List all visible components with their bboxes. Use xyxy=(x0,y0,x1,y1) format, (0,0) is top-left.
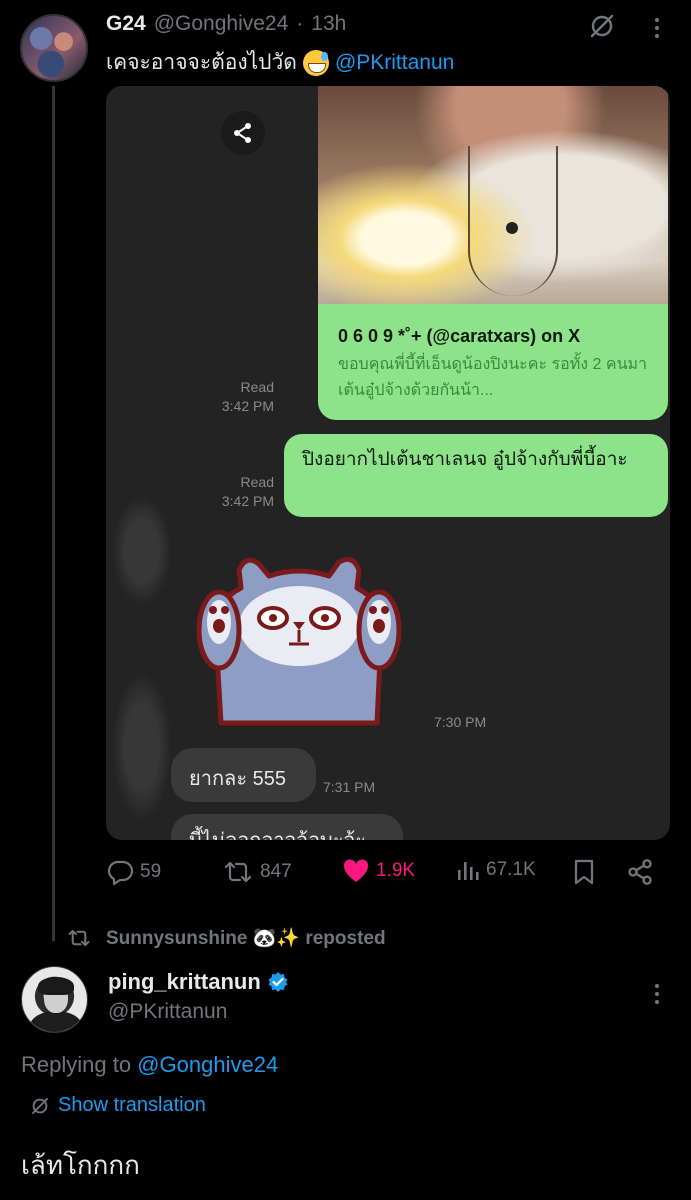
replying-to: Replying to @Gonghive24 xyxy=(21,1052,278,1078)
bookmark-button[interactable] xyxy=(572,858,596,886)
tweet-text: เคจะอาจจะต้องไปวัด @PKrittanun xyxy=(106,46,454,79)
redacted-avatar xyxy=(112,672,172,822)
verified-badge-icon xyxy=(268,972,288,992)
replying-to-link[interactable]: @Gonghive24 xyxy=(137,1052,278,1077)
views-icon xyxy=(458,862,479,880)
bear-sticker xyxy=(196,556,402,726)
reply-author-handle[interactable]: @PKrittanun xyxy=(108,1000,227,1024)
tweet-text-thai: เคจะอาจจะต้องไปวัด xyxy=(106,51,297,74)
more-options-icon[interactable] xyxy=(645,14,669,42)
link-preview-card: 0 6 0 9 *˚+ (@caratxars) on X ขอบคุณพี่บ… xyxy=(318,86,668,420)
more-options-icon[interactable] xyxy=(645,980,669,1008)
show-translation-button[interactable]: Show translation xyxy=(30,1094,206,1117)
link-preview-title: 0 6 0 9 *˚+ (@caratxars) on X xyxy=(338,326,581,346)
link-preview-description: ขอบคุณพี่บี้ที่เอ็นดูน้องปิงนะคะ รอทั้ง … xyxy=(338,356,648,399)
reply-author-avatar[interactable] xyxy=(21,966,88,1033)
tweet-mention-link[interactable]: @PKrittanun xyxy=(335,51,454,75)
grok-icon[interactable] xyxy=(588,12,616,40)
tweet-action-bar: 59 847 1.9K 67.1K xyxy=(106,858,666,892)
repost-button[interactable]: 847 xyxy=(222,858,292,886)
message-time: 7:31 PM xyxy=(323,779,376,795)
reply-text: เล้ทโกกกก xyxy=(21,1150,140,1180)
bookmark-icon xyxy=(574,859,594,885)
repost-count: 847 xyxy=(260,861,292,882)
tweet-time[interactable]: 13h xyxy=(311,12,346,36)
views-count: 67.1K xyxy=(486,859,536,880)
received-message-bubble: ยากละ 555 xyxy=(171,748,316,802)
read-receipt: Read 3:42 PM xyxy=(221,379,274,414)
grinning-face-with-sweat-icon xyxy=(302,49,329,76)
read-receipt: Read 3:42 PM xyxy=(221,474,274,509)
tweet-header: G24 @Gonghive24 · 13h xyxy=(106,12,346,36)
received-message-bubble: บี้ไม่ลอกอาจจ้อบะจ้ะ xyxy=(171,814,403,840)
author-name[interactable]: G24 xyxy=(106,12,146,36)
link-preview-photo xyxy=(318,86,668,304)
tweet-media-image[interactable]: 0 6 0 9 *˚+ (@caratxars) on X ขอบคุณพี่บ… xyxy=(106,86,670,840)
share-button[interactable] xyxy=(626,858,654,886)
share-icon xyxy=(221,111,265,155)
replying-to-prefix: Replying to xyxy=(21,1052,132,1077)
reply-count: 59 xyxy=(140,861,162,882)
thread-line xyxy=(52,86,55,941)
views-button[interactable]: 67.1K xyxy=(456,858,536,882)
separator: · xyxy=(296,12,304,35)
reply-author-name-row[interactable]: ping_krittanun xyxy=(108,969,289,995)
repost-banner[interactable]: Sunnysunshine 🐼✨ reposted xyxy=(66,926,386,950)
grok-icon xyxy=(31,1097,49,1114)
like-count: 1.9K xyxy=(376,860,416,881)
sent-message-bubble: ปิงอยากไปเต้นชาเลนจ อู๋ปจ้างกับพี่บี้อาะ xyxy=(284,434,668,517)
reply-button[interactable]: 59 xyxy=(106,858,161,886)
message-time: 7:30 PM xyxy=(434,714,487,730)
author-handle[interactable]: @Gonghive24 xyxy=(154,12,289,36)
reply-author-name[interactable]: ping_krittanun xyxy=(108,969,261,995)
redacted-avatar xyxy=(112,496,172,606)
repost-icon xyxy=(68,929,90,947)
repost-icon xyxy=(224,861,252,883)
heart-filled-icon xyxy=(343,859,369,882)
share-icon xyxy=(628,859,652,885)
author-avatar[interactable] xyxy=(20,14,88,82)
show-translation-label: Show translation xyxy=(58,1094,206,1116)
reply-icon xyxy=(107,860,134,886)
repost-banner-text: Sunnysunshine 🐼✨ reposted xyxy=(106,928,386,949)
like-button[interactable]: 1.9K xyxy=(342,858,415,884)
